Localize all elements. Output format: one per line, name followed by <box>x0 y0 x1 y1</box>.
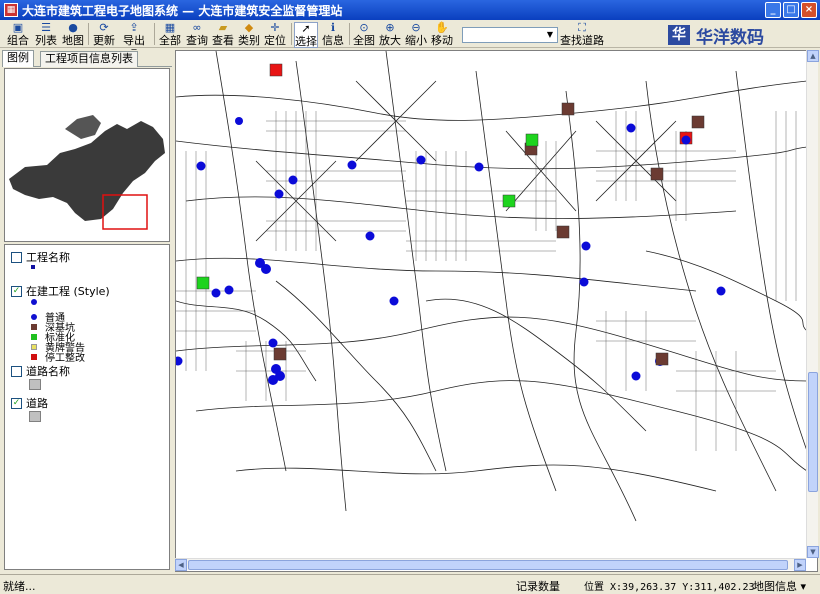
export-button[interactable]: ⇪导出 ▾ <box>119 21 149 58</box>
map-button[interactable]: ● 地图 <box>61 22 85 48</box>
maximize-button[interactable]: □ <box>783 2 799 18</box>
legend-road-swatch <box>29 411 41 422</box>
scroll-left-icon[interactable]: ◀ <box>175 559 187 571</box>
map-icon: ● <box>68 21 78 34</box>
status-bar: 就绪... 记录数量 位置 X:39,263.37 Y:311,402.23 地… <box>0 574 820 594</box>
company-logo: 华 华洋数码 <box>668 24 818 48</box>
legend-item-project-name[interactable]: 工程名称 <box>11 249 70 265</box>
export-icon: ⇪ <box>129 21 139 34</box>
construction-checkbox[interactable]: ✓ <box>11 285 22 297</box>
horizontal-scrollbar[interactable]: ◀ ▶ <box>175 558 806 571</box>
logo-text: 华洋数码 <box>696 27 764 48</box>
overview-canvas[interactable] <box>5 69 170 242</box>
refresh-icon: ⟳ <box>99 21 109 34</box>
scroll-down-icon[interactable]: ▼ <box>807 546 819 558</box>
category-icon: ◆ <box>244 21 254 34</box>
map-info-dropdown[interactable]: 地图信息 ▾ <box>753 578 806 594</box>
status-ready: 就绪... <box>3 580 36 593</box>
info-icon: ℹ <box>330 21 336 34</box>
road-name-checkbox[interactable] <box>11 365 22 377</box>
legend-item-road[interactable]: ✓ 道路 <box>11 395 48 411</box>
pan-button[interactable]: ✋ 移动 <box>430 22 454 48</box>
zoom-out-icon: ⊖ <box>411 21 421 34</box>
close-button[interactable]: × <box>801 2 817 18</box>
scroll-up-icon[interactable]: ▲ <box>807 50 819 62</box>
zoom-in-icon: ⊕ <box>385 21 395 34</box>
binoculars-icon: ∞ <box>192 21 202 34</box>
project-name-checkbox[interactable] <box>11 251 22 263</box>
hand-icon: ✋ <box>435 21 449 34</box>
horizontal-scroll-thumb[interactable] <box>188 560 788 570</box>
pointer-icon: ➚ <box>301 22 311 35</box>
show-all-button[interactable]: ▦ 全部 <box>158 22 182 48</box>
legend-symbol-normal-a <box>31 299 37 305</box>
project-marker[interactable] <box>681 135 691 145</box>
cursor-position: 位置 X:39,263.37 Y:311,402.23 <box>584 582 755 593</box>
folder-icon: ▰ <box>218 21 228 34</box>
vertical-scrollbar[interactable]: ▲ ▼ <box>806 50 819 558</box>
left-panel: 图例 工程项目信息列表 工程名称 ✓ 在建工程 (Style) 普通 深基坑 标准… <box>2 50 172 572</box>
list-icon: ☰ <box>41 21 51 34</box>
app-icon: ▦ <box>4 3 18 17</box>
overview-land-north <box>65 115 101 139</box>
road-combo[interactable]: ▼ <box>462 27 558 43</box>
legend-panel: 工程名称 ✓ 在建工程 (Style) 普通 深基坑 标准化 黄牌警告 停工整改 … <box>4 244 170 570</box>
legend-project-name-symbol <box>31 265 35 269</box>
map-view[interactable] <box>175 50 818 572</box>
combine-icon: ▣ <box>12 21 24 34</box>
chevron-down-icon[interactable]: ▼ <box>544 29 556 41</box>
category-button[interactable]: ◆ 类别 <box>237 22 261 48</box>
locate-button[interactable]: ✛ 定位 <box>263 22 287 48</box>
zoom-in-button[interactable]: ⊕ 放大 <box>378 22 402 48</box>
legend-symbol-stopped: 停工整改 <box>31 349 85 364</box>
tab-legend[interactable]: 图例 <box>2 50 34 67</box>
panel-tabs: 图例 工程项目信息列表 <box>2 50 172 67</box>
grid-icon: ▦ <box>164 21 176 34</box>
combine-button[interactable]: ▣ 组合 <box>4 22 32 48</box>
info-button[interactable]: ℹ 信息 <box>321 22 345 48</box>
window-title: 大连市建筑工程电子地图系统 — 大连市建筑安全监督管理站 <box>22 3 343 18</box>
query-button[interactable]: ∞ 查询 <box>185 22 209 48</box>
title-bar: ▦ 大连市建筑工程电子地图系统 — 大连市建筑安全监督管理站 _ □ × <box>0 0 820 20</box>
view-button[interactable]: ▰ 查看 <box>211 22 235 48</box>
deep-pit-project-markers[interactable] <box>273 102 705 366</box>
record-count-label: 记录数量 <box>516 580 560 593</box>
legend-item-road-name[interactable]: 道路名称 <box>11 363 70 379</box>
stopped-project-markers[interactable] <box>269 63 693 145</box>
window-controls: _ □ × <box>765 2 817 18</box>
crosshair-icon: ✛ <box>270 21 280 34</box>
scroll-right-icon[interactable]: ▶ <box>794 559 806 571</box>
road-search-icon: ⛶ <box>578 21 586 34</box>
vertical-scroll-thumb[interactable] <box>808 372 818 492</box>
refresh-button[interactable]: ⟳ 更新 <box>92 22 116 48</box>
map-canvas[interactable] <box>176 51 808 559</box>
list-button[interactable]: ☰ 列表 <box>34 22 58 48</box>
select-button[interactable]: ➚ 选择 <box>294 22 318 48</box>
road-network <box>176 51 808 522</box>
full-extent-icon: ⊙ <box>359 21 369 34</box>
find-road-button[interactable]: ⛶ 查找道路 <box>560 22 604 48</box>
full-extent-button[interactable]: ⊙ 全图 <box>352 22 376 48</box>
legend-item-construction[interactable]: ✓ 在建工程 (Style) <box>11 283 110 299</box>
chevron-down-icon[interactable]: ▾ <box>801 580 807 593</box>
road-checkbox[interactable]: ✓ <box>11 397 22 409</box>
tab-project-list[interactable]: 工程项目信息列表 <box>40 51 138 67</box>
legend-road-name-swatch <box>29 379 41 390</box>
overview-map[interactable] <box>4 68 170 242</box>
zoom-out-button[interactable]: ⊖ 缩小 <box>404 22 428 48</box>
logo-mark: 华 <box>668 25 690 45</box>
minor-streets <box>176 111 797 451</box>
minimize-button[interactable]: _ <box>765 2 781 18</box>
